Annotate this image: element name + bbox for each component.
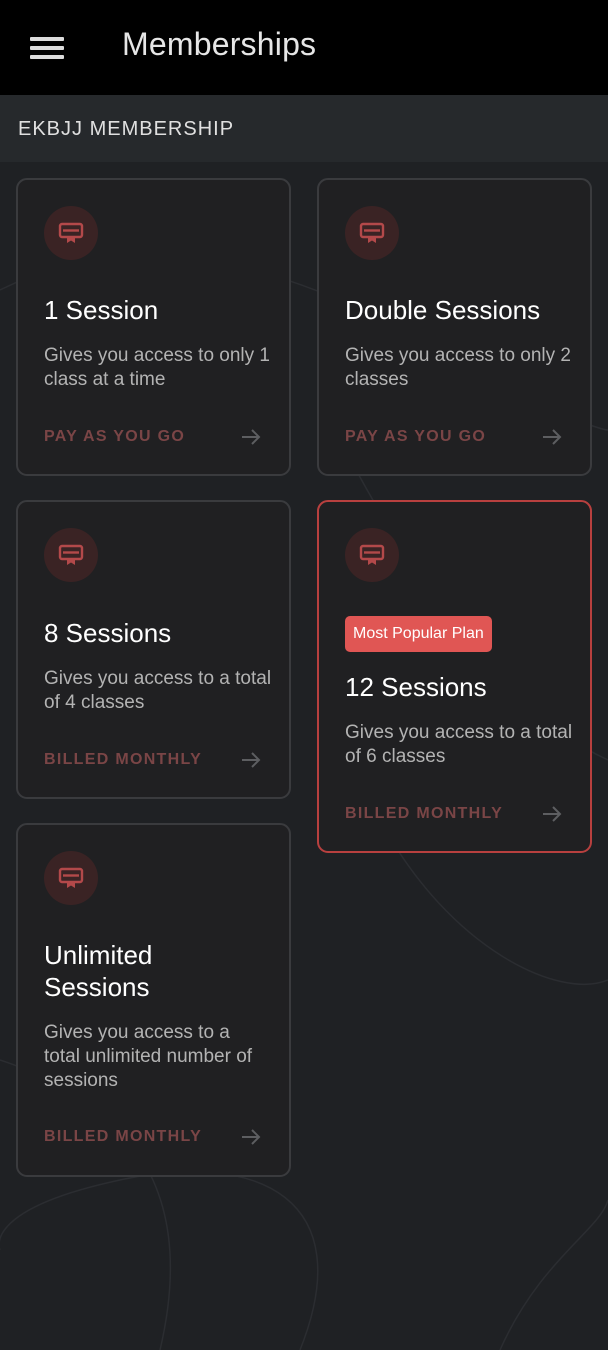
page: Memberships EKBJJ MEMBERSHIP 1 Session G… (0, 0, 608, 1350)
plan-description: Gives you access to a total of 4 classes (44, 668, 272, 713)
hamburger-menu-icon[interactable] (26, 30, 68, 66)
page-title: Memberships (122, 26, 317, 62)
plan-title: 8 Sessions (44, 618, 172, 648)
plan-title: 1 Session (44, 295, 159, 325)
arrow-right-icon (543, 806, 562, 822)
most-popular-badge: Most Popular Plan (345, 616, 492, 652)
arrow-right-icon (242, 429, 261, 445)
plan-description: Gives you access to only 2 classes (345, 345, 571, 390)
plan-billing: PAY AS YOU GO (44, 428, 186, 445)
plan-description: Gives you access to a total of 6 classes (345, 722, 573, 767)
plan-billing: BILLED MONTHLY (44, 751, 203, 768)
membership-card-icon (345, 206, 399, 260)
plan-description: Gives you access to only 1 class at a ti… (44, 345, 270, 390)
arrow-right-icon (242, 1129, 261, 1145)
membership-card-icon (44, 206, 98, 260)
app-bar: Memberships (0, 0, 608, 95)
plan-title: 12 Sessions (345, 672, 487, 702)
plan-title: Unlimited Sessions (44, 940, 153, 1002)
plan-billing: BILLED MONTHLY (345, 805, 504, 822)
plan-billing: PAY AS YOU GO (345, 428, 487, 445)
arrow-right-icon (242, 752, 261, 768)
membership-card-icon (44, 851, 98, 905)
plan-description: Gives you access to a total unlimited nu… (44, 1022, 253, 1091)
plan-card-12-sessions[interactable]: Most Popular Plan 12 Sessions Gives you … (317, 500, 592, 853)
membership-card-icon (345, 528, 399, 582)
section-title: EKBJJ MEMBERSHIP (18, 118, 235, 140)
arrow-right-icon (543, 429, 562, 445)
plan-card-8-sessions[interactable]: 8 Sessions Gives you access to a total o… (16, 500, 291, 799)
plan-card-double-sessions[interactable]: Double Sessions Gives you access to only… (317, 178, 592, 476)
plan-card-1-session[interactable]: 1 Session Gives you access to only 1 cla… (16, 178, 291, 476)
plan-card-unlimited-sessions[interactable]: Unlimited Sessions Gives you access to a… (16, 823, 291, 1177)
plan-title: Double Sessions (345, 295, 541, 325)
plan-billing: BILLED MONTHLY (44, 1128, 203, 1145)
membership-card-icon (44, 528, 98, 582)
